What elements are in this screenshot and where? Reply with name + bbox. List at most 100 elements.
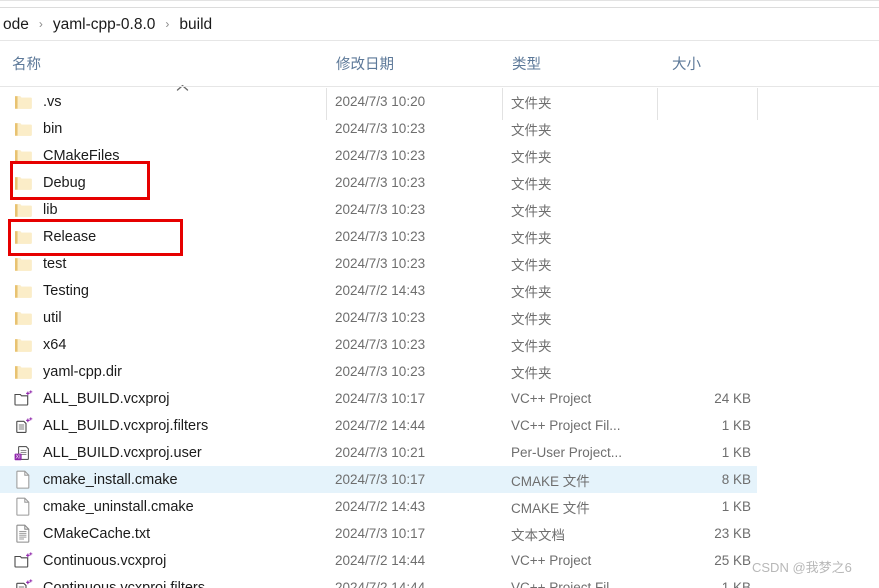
table-row[interactable]: Continuous.vcxproj.filters 2024/7/2 14:44… [0, 574, 757, 588]
row-name-cell[interactable]: lib [12, 196, 58, 223]
row-type-cell: 文件夹 [511, 338, 552, 354]
row-date-cell: 2024/7/3 10:23 [335, 364, 426, 379]
table-row[interactable]: Testing 2024/7/2 14:43 文件夹 [0, 277, 757, 304]
vcxproj-icon [12, 389, 34, 409]
row-name-label: ALL_BUILD.vcxproj.filters [43, 417, 209, 434]
blank-document-icon [12, 470, 34, 490]
row-type-cell: 文本文档 [511, 527, 565, 543]
row-date-cell: 2024/7/3 10:23 [335, 229, 426, 244]
row-date-cell: 2024/7/3 10:17 [335, 526, 426, 541]
row-type-cell: 文件夹 [511, 122, 552, 138]
row-name-cell[interactable]: ALL_BUILD.vcxproj.filters [12, 412, 208, 439]
table-row[interactable]: CMakeCache.txt 2024/7/3 10:17 文本文档 23 KB [0, 520, 757, 547]
row-name-cell[interactable]: Continuous.vcxproj [12, 547, 166, 574]
row-name-cell[interactable]: ALL_BUILD.vcxproj [12, 385, 170, 412]
row-name-label: cmake_install.cmake [43, 471, 178, 488]
breadcrumb-separator-icon: › [165, 17, 170, 31]
table-row[interactable]: yaml-cpp.dir 2024/7/3 10:23 文件夹 [0, 358, 757, 385]
row-name-label: CMakeCache.txt [43, 525, 151, 542]
row-size-cell: 25 KB [714, 553, 751, 568]
row-size-cell: 1 KB [721, 445, 751, 460]
vcxproj-user-icon: XI [12, 443, 34, 463]
column-header-size[interactable]: 大小 [672, 41, 701, 86]
row-date-cell: 2024/7/3 10:17 [335, 391, 426, 406]
row-name-label: x64 [43, 336, 67, 353]
row-type-cell: 文件夹 [511, 284, 552, 300]
table-row[interactable]: CMakeFiles 2024/7/3 10:23 文件夹 [0, 142, 757, 169]
row-name-cell[interactable]: yaml-cpp.dir [12, 358, 122, 385]
folder-icon [12, 281, 34, 301]
column-header-name[interactable]: 名称 [12, 41, 41, 86]
table-row[interactable]: cmake_uninstall.cmake 2024/7/2 14:43 CMAKE… [0, 493, 757, 520]
text-document-icon [12, 524, 34, 544]
row-type-cell: VC++ Project Fil... [511, 418, 621, 433]
breadcrumb[interactable]: ode › yaml-cpp-0.8.0 › build [0, 9, 879, 40]
column-header-bar: 名称 修改日期 类型 大小 [0, 41, 879, 120]
row-name-cell[interactable]: Continuous.vcxproj.filters [12, 574, 205, 588]
row-name-cell[interactable]: CMakeFiles [12, 142, 120, 169]
row-name-label: .vs [43, 93, 62, 110]
table-row[interactable]: test 2024/7/3 10:23 文件夹 [0, 250, 757, 277]
column-header-type[interactable]: 类型 [512, 41, 541, 86]
row-type-cell: VC++ Project [511, 391, 592, 406]
row-name-cell[interactable]: test [12, 250, 66, 277]
row-name-label: Release [43, 228, 97, 245]
row-name-cell[interactable]: Testing [12, 277, 89, 304]
row-name-cell[interactable]: cmake_uninstall.cmake [12, 493, 194, 520]
folder-icon [12, 362, 34, 382]
row-name-cell[interactable]: Debug [12, 169, 86, 196]
row-name-label: lib [43, 201, 58, 218]
row-size-cell: 24 KB [714, 391, 751, 406]
row-date-cell: 2024/7/3 10:23 [335, 202, 426, 217]
table-row[interactable]: lib 2024/7/3 10:23 文件夹 [0, 196, 757, 223]
breadcrumb-item-2[interactable]: build [176, 9, 215, 40]
table-row[interactable]: Debug 2024/7/3 10:23 文件夹 [0, 169, 757, 196]
table-row[interactable]: Release 2024/7/3 10:23 文件夹 [0, 223, 757, 250]
folder-icon [12, 92, 34, 112]
table-row[interactable]: util 2024/7/3 10:23 文件夹 [0, 304, 757, 331]
table-row[interactable]: XI ALL_BUILD.vcxproj.user 2024/7/3 10:21 Pe… [0, 439, 757, 466]
row-name-cell[interactable]: util [12, 304, 62, 331]
column-header-date[interactable]: 修改日期 [336, 41, 394, 86]
table-row[interactable]: x64 2024/7/3 10:23 文件夹 [0, 331, 757, 358]
blank-document-icon [12, 497, 34, 517]
row-size-cell: 1 KB [721, 499, 751, 514]
table-row[interactable]: bin 2024/7/3 10:23 文件夹 [0, 115, 757, 142]
row-name-cell[interactable]: bin [12, 115, 62, 142]
breadcrumb-item-1[interactable]: yaml-cpp-0.8.0 [50, 9, 159, 40]
row-date-cell: 2024/7/2 14:43 [335, 283, 426, 298]
row-date-cell: 2024/7/3 10:23 [335, 175, 426, 190]
file-explorer-window: ode › yaml-cpp-0.8.0 › build 名称 修改日期 类型 大小 .… [0, 0, 879, 588]
row-type-cell: 文件夹 [511, 203, 552, 219]
row-name-cell[interactable]: CMakeCache.txt [12, 520, 150, 547]
csdn-watermark: CSDN @我梦之6 [752, 560, 852, 575]
row-name-label: Debug [43, 174, 86, 191]
row-name-label: test [43, 255, 67, 272]
table-row[interactable]: ALL_BUILD.vcxproj.filters 2024/7/2 14:44 V… [0, 412, 757, 439]
row-name-cell[interactable]: cmake_install.cmake [12, 466, 178, 493]
row-name-cell[interactable]: x64 [12, 331, 66, 358]
header-divider [0, 86, 879, 87]
svg-text:XI: XI [15, 454, 20, 460]
row-date-cell: 2024/7/3 10:23 [335, 256, 426, 271]
row-name-cell[interactable]: XI ALL_BUILD.vcxproj.user [12, 439, 202, 466]
row-type-cell: VC++ Project Fil... [511, 580, 621, 588]
folder-icon [12, 308, 34, 328]
folder-icon [12, 335, 34, 355]
table-row[interactable]: .vs 2024/7/3 10:20 文件夹 [0, 88, 757, 115]
top-divider-2 [0, 7, 879, 8]
row-size-cell: 8 KB [721, 472, 751, 487]
row-name-label: Continuous.vcxproj.filters [43, 579, 205, 588]
table-row[interactable]: Continuous.vcxproj 2024/7/2 14:44 VC++ Pro… [0, 547, 757, 574]
table-row[interactable]: cmake_install.cmake 2024/7/3 10:17 CMAKE 文… [0, 466, 757, 493]
row-size-cell: 23 KB [714, 526, 751, 541]
folder-icon [12, 173, 34, 193]
folder-icon [12, 254, 34, 274]
row-date-cell: 2024/7/2 14:44 [335, 580, 426, 588]
table-row[interactable]: ALL_BUILD.vcxproj 2024/7/3 10:17 VC++ Proj… [0, 385, 757, 412]
breadcrumb-item-0[interactable]: ode [0, 9, 32, 40]
row-name-cell[interactable]: .vs [12, 88, 62, 115]
row-name-cell[interactable]: Release [12, 223, 96, 250]
breadcrumb-separator-icon: › [38, 17, 43, 31]
folder-icon [12, 119, 34, 139]
